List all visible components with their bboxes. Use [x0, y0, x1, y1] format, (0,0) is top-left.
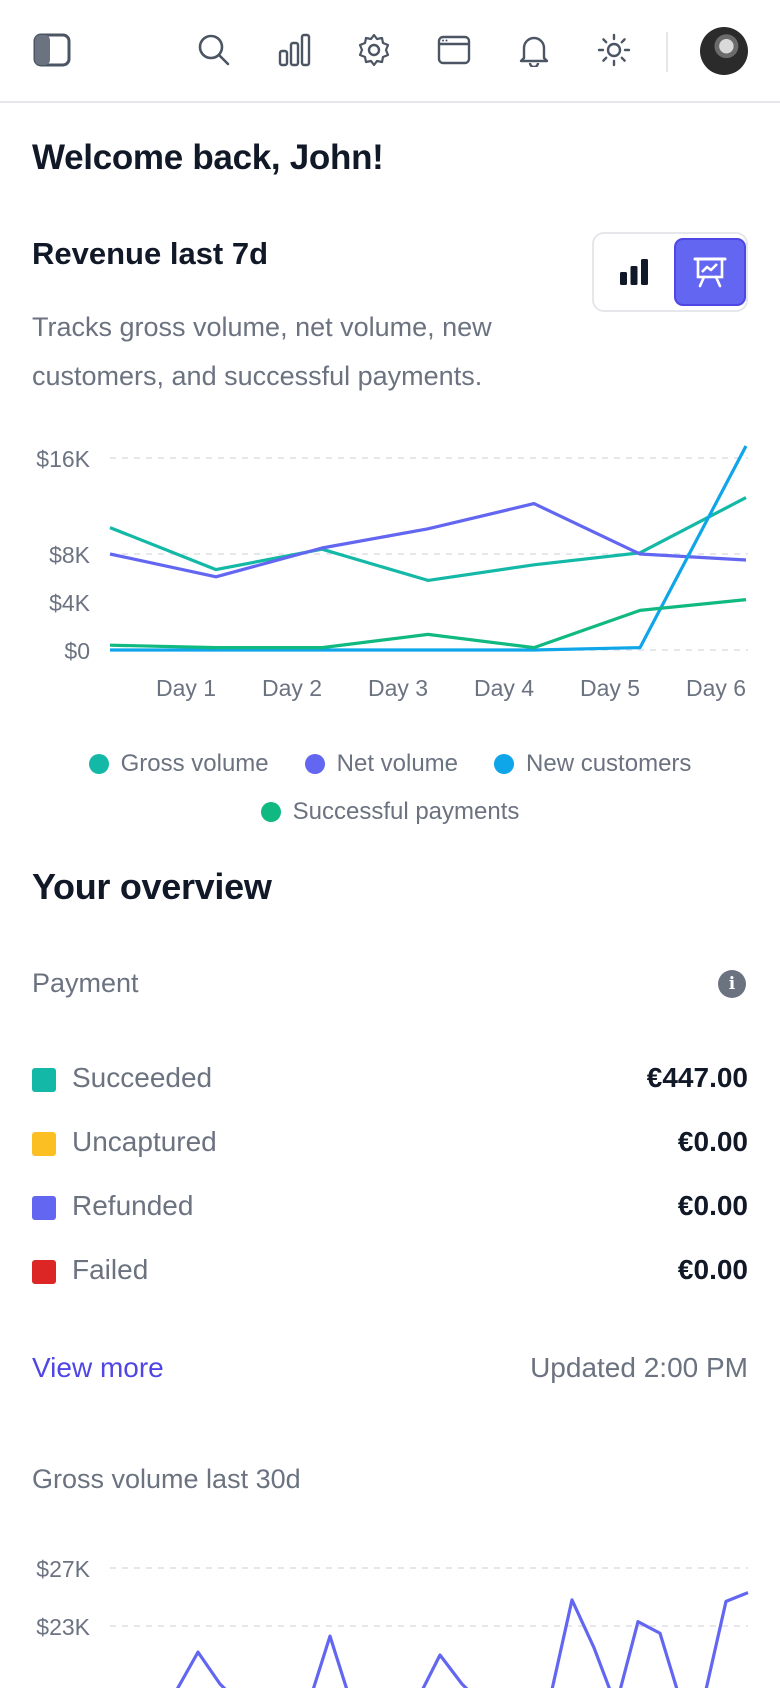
status-swatch: [32, 1068, 56, 1092]
payment-status-label: Refunded: [72, 1190, 194, 1221]
payment-status-label: Succeeded: [72, 1062, 213, 1093]
x-tick-label: Day 5: [580, 675, 640, 701]
status-swatch: [32, 1196, 56, 1220]
topbar-divider: [666, 32, 668, 72]
bell-icon[interactable]: [514, 30, 554, 70]
payment-amount: €0.00: [677, 1254, 748, 1285]
presentation-chart-icon: [693, 257, 727, 288]
sun-icon[interactable]: [594, 30, 634, 70]
browser-window-icon[interactable]: [434, 30, 474, 70]
x-tick-label: Day 4: [474, 675, 534, 701]
legend-label: Successful payments: [292, 798, 520, 825]
revenue-description: Tracks gross volume, net volume, new cus…: [32, 312, 492, 391]
payment-row-refunded: Refunded €0.00: [32, 1188, 748, 1228]
payment-row-uncaptured: Uncaptured €0.00: [32, 1124, 748, 1164]
payment-amount: €0.00: [677, 1126, 748, 1157]
x-tick-label: Day 1: [156, 675, 216, 701]
legend-dot: [304, 754, 325, 774]
top-navigation-bar: [0, 0, 780, 103]
series-line-successful-payments: [109, 598, 747, 650]
x-tick-label: Day 6: [686, 675, 746, 701]
legend-item-gross-volume[interactable]: Gross volume: [88, 750, 269, 778]
overview-title: Your overview: [32, 866, 272, 907]
revenue-line-chart: $16K $8K $4K $0 Day 1 Day 2 Day 3 Day 4 Day 5 Day…: [36, 445, 748, 701]
legend-item-net-volume[interactable]: Net volume: [304, 750, 459, 778]
x-tick-label: Day 2: [262, 675, 322, 701]
chart-type-toggle: [592, 232, 748, 312]
y-tick-label: $0: [64, 638, 90, 664]
series-line-gross-volume: [109, 496, 747, 582]
bar-chart-toggle-button[interactable]: [598, 238, 670, 306]
payment-row-failed: Failed €0.00: [32, 1252, 748, 1292]
payment-status-label: Failed: [72, 1254, 149, 1285]
gross-volume-line-chart: $27K $23K: [36, 1556, 749, 1688]
legend-item-successful-payments[interactable]: Successful payments: [260, 798, 520, 826]
gross-volume-title: Gross volume last 30d: [32, 1464, 301, 1494]
x-tick-label: Day 3: [368, 675, 428, 701]
status-swatch: [32, 1132, 56, 1156]
legend-dot: [88, 754, 109, 774]
revenue-title: Revenue last 7d: [32, 236, 269, 271]
search-icon[interactable]: [194, 30, 234, 70]
y-tick-label: $23K: [36, 1614, 90, 1640]
chart-legend: Gross volume Net volume New customers Su…: [0, 740, 780, 836]
updated-timestamp: Updated 2:00 PM: [530, 1352, 748, 1383]
y-tick-label: $8K: [49, 542, 91, 568]
sidebar-toggle-icon[interactable]: [32, 30, 72, 70]
y-tick-label: $4K: [49, 590, 91, 616]
view-more-link[interactable]: View more: [32, 1352, 164, 1384]
bar-chart-icon[interactable]: [274, 30, 314, 70]
series-line-gross-volume: [175, 1591, 749, 1688]
y-tick-label: $27K: [36, 1556, 90, 1582]
legend-item-new-customers[interactable]: New customers: [494, 750, 691, 778]
legend-label: Net volume: [336, 750, 459, 777]
payment-row-succeeded: Succeeded €447.00: [32, 1060, 748, 1100]
line-chart-toggle-button[interactable]: [674, 238, 746, 306]
legend-dot: [260, 802, 281, 822]
legend-dot: [494, 754, 515, 774]
info-icon[interactable]: i: [718, 970, 746, 998]
payment-label: Payment: [32, 968, 139, 998]
legend-label: Gross volume: [120, 750, 269, 777]
page-title: Welcome back, John!: [32, 138, 384, 177]
payment-status-label: Uncaptured: [72, 1126, 217, 1157]
status-swatch: [32, 1260, 56, 1284]
bar-chart-icon: [620, 259, 648, 285]
avatar[interactable]: [700, 27, 748, 75]
payment-amount: €447.00: [646, 1062, 748, 1093]
gear-icon[interactable]: [354, 30, 394, 70]
legend-label: New customers: [526, 750, 692, 777]
y-tick-label: $16K: [36, 446, 90, 472]
payment-amount: €0.00: [677, 1190, 748, 1221]
